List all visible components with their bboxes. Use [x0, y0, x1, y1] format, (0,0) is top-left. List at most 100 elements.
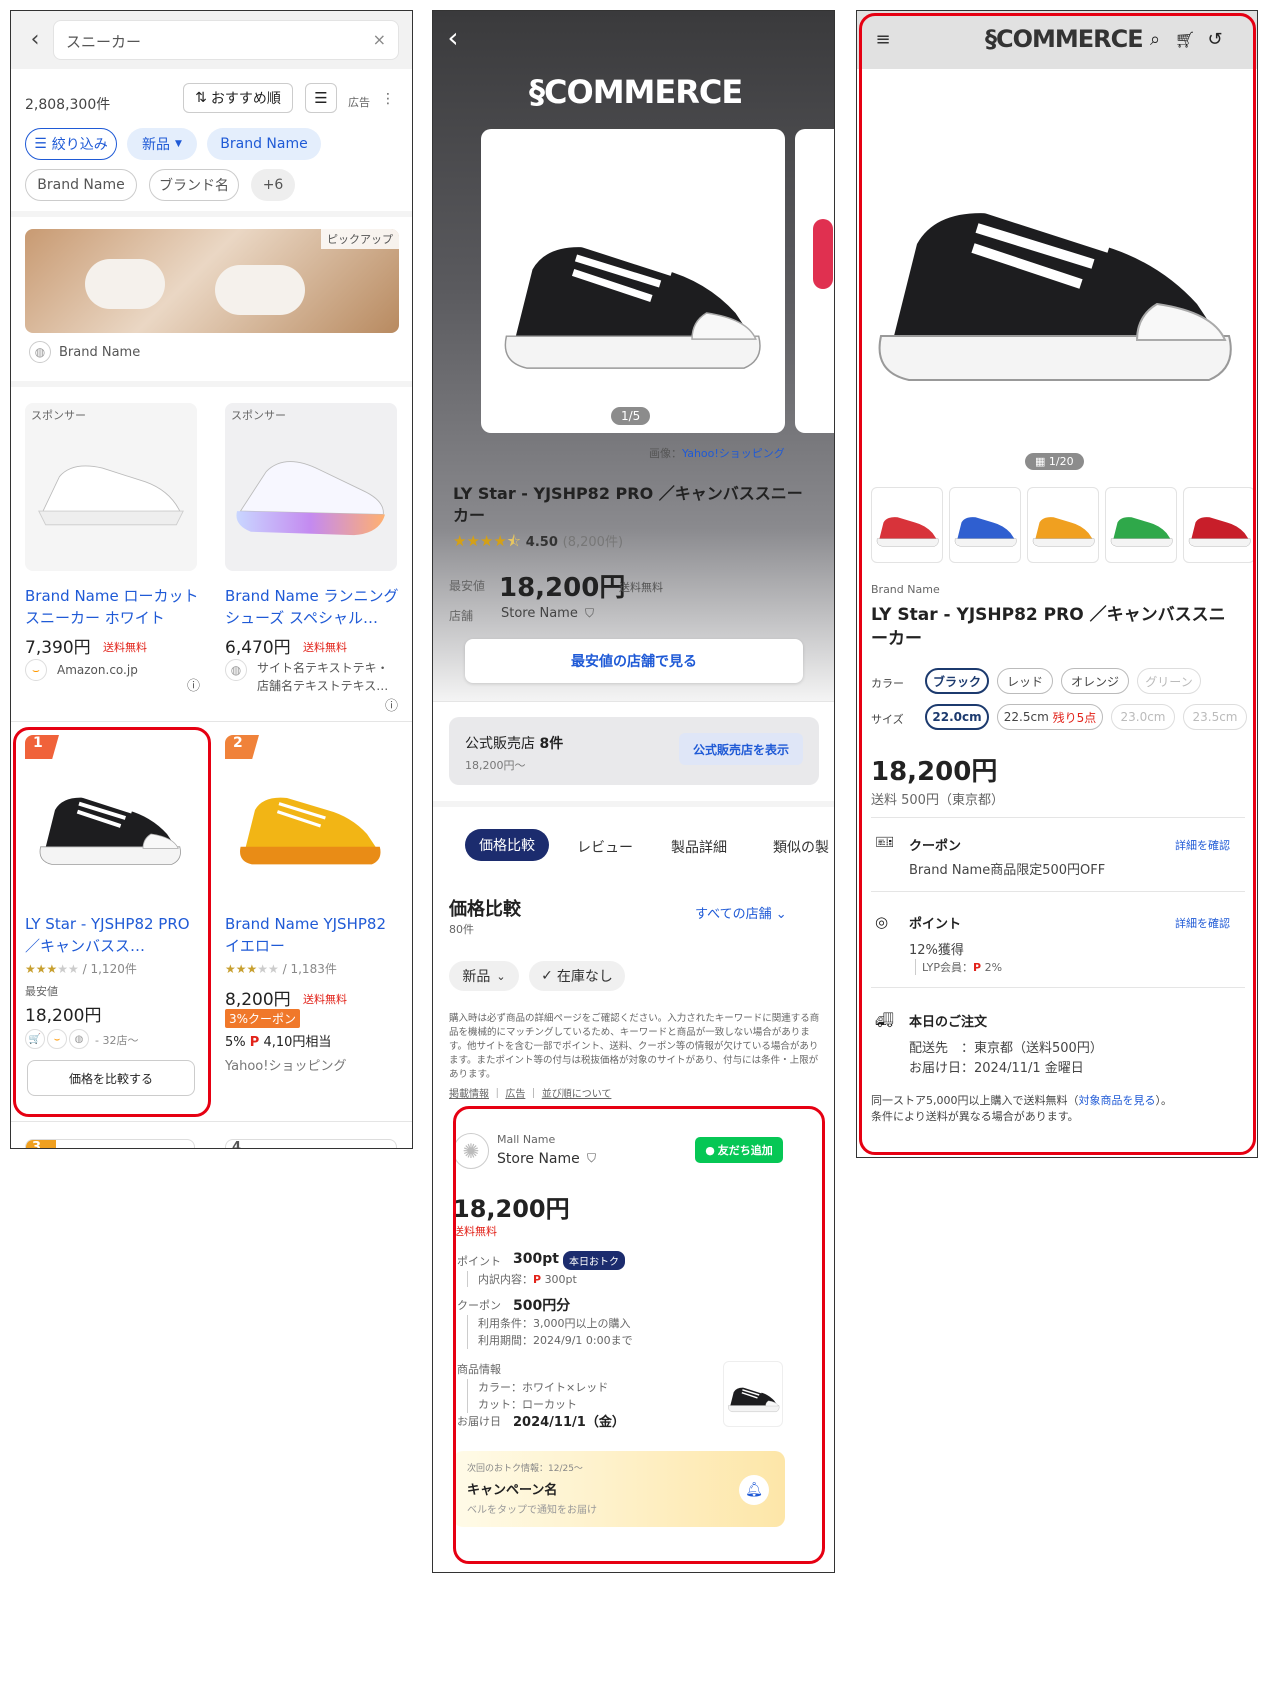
size-23-5[interactable]: 23.5cm: [1183, 704, 1247, 730]
info-icon[interactable]: ⓘ: [187, 675, 200, 694]
history-icon[interactable]: ↺: [1203, 27, 1227, 51]
logo-text: COMMERCE: [996, 25, 1144, 53]
coupon-condition: 利用条件：3,000円以上の購入: [478, 1317, 631, 1330]
coupon-detail-link[interactable]: 詳細を確認: [1175, 837, 1230, 853]
product-image[interactable]: 1: [25, 735, 197, 903]
product-title[interactable]: LY Star - YJSHP82 PRO ／キャンバスス…: [25, 913, 203, 957]
official-stores-card[interactable]: 公式販売店 8件 18,200円〜 公式販売店を表示: [449, 717, 819, 785]
link-ad[interactable]: 広告: [505, 1089, 525, 1100]
back-icon[interactable]: ‹: [441, 21, 465, 54]
image-credit-link[interactable]: Yahoo!ショッピング: [682, 447, 785, 460]
size-23-0[interactable]: 23.0cm: [1111, 704, 1175, 730]
view-lowest-store-button[interactable]: 最安値の店舗で見る: [465, 639, 803, 683]
next-image[interactable]: [795, 129, 834, 433]
color-black[interactable]: ブラック: [925, 668, 989, 694]
filter-in-stock[interactable]: ✓ 在庫なし: [529, 961, 625, 991]
bell-icon[interactable]: 🔔︎: [739, 1475, 769, 1505]
chip-brand[interactable]: Brand Name: [207, 128, 321, 160]
points-value: 4,10円相当: [263, 1035, 332, 1050]
size-22-5[interactable]: 22.5cm 残り5点: [997, 704, 1103, 730]
filter-button[interactable]: ☰ 絞り込み: [25, 128, 117, 160]
color-thumbnail[interactable]: [1183, 487, 1255, 563]
compare-price-button[interactable]: 価格を比較する: [27, 1060, 195, 1096]
store-name[interactable]: Store Name: [501, 606, 578, 621]
point-sub-label: LYP会員：: [922, 961, 974, 974]
show-official-stores-button[interactable]: 公式販売店を表示: [679, 733, 803, 765]
pickup-banner[interactable]: ピックアップ: [25, 229, 399, 333]
line-add-friend-button[interactable]: ● 友だち追加: [695, 1137, 783, 1163]
main-product-image[interactable]: ▦ 1/20: [857, 69, 1257, 481]
amazon-icon: ⌣: [25, 659, 47, 681]
store-name[interactable]: Store Name: [497, 1151, 580, 1167]
back-icon[interactable]: ‹: [23, 27, 47, 52]
product-image[interactable]: スポンサー: [25, 403, 197, 571]
filter-new[interactable]: 新品 ⌄: [449, 961, 519, 991]
search-input[interactable]: スニーカー ×: [53, 20, 399, 60]
next-product-card[interactable]: 3: [25, 1139, 195, 1148]
info-icon[interactable]: ⓘ: [385, 695, 398, 714]
product-title[interactable]: Brand Name YJSHP82 イエロー: [225, 913, 403, 957]
product-title[interactable]: Brand Name ローカット スニーカー ホワイト: [25, 585, 203, 629]
sort-button[interactable]: ⇅ おすすめ順: [183, 83, 293, 113]
product-image[interactable]: 1/5: [481, 129, 785, 433]
points-label: ポイント: [457, 1255, 501, 1268]
globe-icon: ◍: [69, 1029, 89, 1049]
chip-brand-jp[interactable]: ブランド名: [149, 169, 239, 201]
product-image[interactable]: スポンサー: [225, 403, 397, 571]
more-icon[interactable]: ⋮: [381, 91, 395, 107]
clear-icon[interactable]: ×: [373, 30, 386, 49]
color-thumbnail[interactable]: [949, 487, 1021, 563]
product-image[interactable]: 2: [225, 735, 397, 903]
menu-icon[interactable]: ≡: [871, 27, 895, 51]
pickup-label: ピックアップ: [321, 229, 399, 249]
chip-new[interactable]: 新品 ▼: [127, 128, 197, 160]
all-stores-dropdown[interactable]: すべての店舗 ⌄: [695, 903, 787, 922]
note-link[interactable]: 対象商品を見る: [1079, 1094, 1156, 1107]
point-detail-link[interactable]: 詳細を確認: [1175, 915, 1230, 931]
product-title[interactable]: Brand Name ランニングシューズ スペシャル…: [225, 585, 403, 629]
shipping-label: 送料無料: [453, 1225, 497, 1238]
brand-name[interactable]: Brand Name: [871, 583, 940, 596]
truck-icon: 🚚︎: [875, 1011, 895, 1029]
colored-sneaker-image: [876, 517, 939, 547]
link-sort[interactable]: 並び順について: [542, 1089, 612, 1100]
price: 18,200円: [499, 573, 626, 603]
tab-review[interactable]: レビュー: [577, 837, 633, 857]
color-green[interactable]: グリーン: [1137, 668, 1201, 694]
coupon-detail: 利用条件：3,000円以上の購入 利用期間：2024/9/1 0:00まで: [467, 1315, 633, 1349]
tab-product-detail[interactable]: 製品詳細: [671, 837, 727, 857]
yellow-sneaker-image: [240, 797, 381, 865]
color-red[interactable]: レッド: [997, 668, 1053, 694]
product-thumbnail[interactable]: [723, 1361, 783, 1427]
product-price: 6,470円: [225, 638, 291, 658]
image-counter-value: 1/20: [1048, 455, 1074, 468]
paypay-icon: P: [533, 1273, 542, 1286]
point-sub-value: 2%: [984, 961, 1003, 974]
list-view-icon[interactable]: ☰: [305, 83, 337, 113]
search-icon[interactable]: ⌕: [1143, 27, 1167, 51]
coupon-period: 利用期間：2024/9/1 0:00まで: [478, 1334, 633, 1347]
link-info[interactable]: 掲載情報: [449, 1089, 489, 1100]
store-label: 店舗: [449, 609, 474, 623]
color-thumbnail[interactable]: [1027, 487, 1099, 563]
color-orange[interactable]: オレンジ: [1061, 668, 1129, 694]
cart-icon[interactable]: 🛒︎: [1173, 27, 1197, 51]
mall-name: Mall Name: [497, 1133, 556, 1146]
shipping-label: 送料無料: [303, 641, 347, 654]
size-22-0[interactable]: 22.0cm: [925, 704, 989, 730]
tab-price-compare[interactable]: 価格比較: [465, 829, 549, 861]
campaign-banner[interactable]: 次回のおトク情報：12/25〜 キャンペーン名 ベルをタップで通知をお届け 🔔︎: [453, 1451, 785, 1527]
section-title: 価格比較: [449, 899, 521, 920]
disclaimer: 購入時は必ず商品の詳細ページをご確認ください。入力されたキーワードに関連する商品…: [449, 1013, 820, 1080]
chip-brand-2[interactable]: Brand Name: [25, 169, 137, 201]
color-thumbnail[interactable]: [871, 487, 943, 563]
offer-card[interactable]: ✺ Mall Name Store Name ⛉ ● 友だち追加 18,200円 …: [453, 1121, 815, 1571]
pickup-brand: Brand Name: [59, 345, 141, 360]
next-product-card[interactable]: 4: [225, 1139, 397, 1148]
chip-more[interactable]: +6: [251, 169, 295, 201]
shipping-label: 送料無料: [103, 641, 147, 654]
tab-similar[interactable]: 類似の製: [773, 837, 829, 857]
color-thumbnail[interactable]: [1105, 487, 1177, 563]
filter-label: 絞り込み: [51, 137, 108, 153]
sneaker-image: [31, 743, 191, 893]
